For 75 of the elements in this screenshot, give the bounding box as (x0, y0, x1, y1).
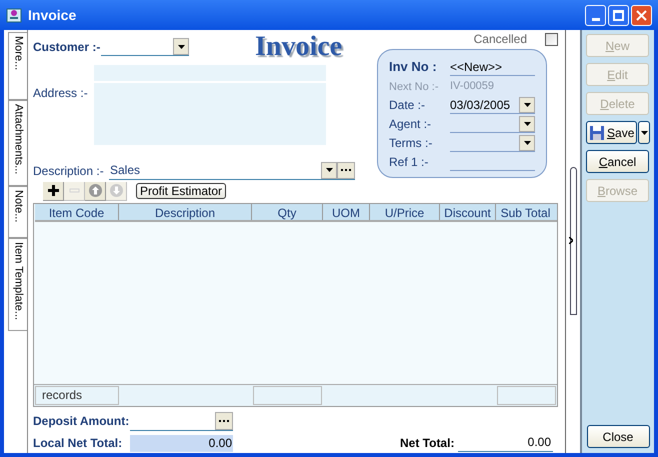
caret-icon (326, 168, 332, 172)
ref-1-label: Ref 1 :- (389, 154, 430, 172)
dropdown-button[interactable] (519, 134, 535, 151)
next-no-label: Next No :- (389, 80, 440, 95)
side-tab[interactable]: More... (8, 32, 27, 100)
ellipsis-icon (219, 420, 229, 422)
customer-label: Customer :- (33, 39, 101, 56)
heading: Invoice (255, 33, 342, 61)
records-label: records (35, 386, 119, 406)
local-net-total-label: Local Net Total: (33, 435, 124, 452)
field-value: 03/03/2005 (450, 96, 510, 114)
column-header[interactable]: Description (119, 204, 252, 220)
footer-cell (497, 386, 556, 406)
date-label: Date :- (389, 97, 426, 114)
side-tab[interactable]: Attachments... (8, 100, 27, 186)
profit-estimator-button[interactable]: Profit Estimator (136, 183, 226, 200)
footer-cell (253, 386, 322, 406)
close-icon (636, 10, 647, 20)
add-button[interactable] (43, 182, 64, 201)
description-field[interactable]: Sales (109, 162, 355, 180)
down-arrow-icon (110, 184, 122, 198)
action-button[interactable]: Cancel (586, 150, 649, 173)
column-header[interactable]: Qty (252, 204, 323, 220)
ellipsis-button[interactable] (215, 412, 233, 430)
ellipsis-icon (341, 169, 351, 172)
invoice-icon (6, 7, 22, 23)
column-header[interactable]: U/Price (370, 204, 440, 220)
close-button[interactable] (631, 4, 652, 26)
up-button[interactable] (85, 182, 106, 201)
dropdown-button[interactable] (173, 38, 189, 55)
caret-icon (178, 44, 184, 48)
next-no-value: IV-00059 (450, 78, 494, 94)
minimize-icon (592, 18, 600, 20)
maximize-button[interactable] (608, 4, 629, 26)
deposit-amount-field[interactable] (130, 412, 233, 431)
agent-label: Agent :- (389, 116, 432, 134)
customer-field[interactable] (101, 38, 189, 56)
address-label: Address :- (33, 85, 89, 102)
close-button[interactable]: Close (586, 425, 650, 448)
caret-icon (640, 130, 648, 134)
splitter-bar[interactable] (570, 167, 577, 315)
agent-field[interactable] (450, 115, 535, 134)
description-label: Description :- (33, 162, 105, 180)
save-button[interactable]: Save (586, 121, 637, 144)
net-total-field: 0.00 (458, 434, 553, 452)
cancelled-label: Cancelled (474, 31, 527, 48)
deposit-amount-label: Deposit Amount: (33, 413, 130, 430)
ellipsis-button[interactable] (337, 162, 355, 179)
column-header[interactable]: UOM (323, 204, 370, 220)
caret-icon (524, 122, 530, 126)
caret-icon (524, 102, 530, 107)
minimize-button[interactable] (585, 4, 606, 26)
field-value: Sales (109, 162, 140, 180)
maximize-icon (613, 10, 624, 20)
terms-label: Terms :- (389, 135, 434, 152)
terms-field[interactable] (450, 134, 535, 152)
net-total-label: Net Total: (400, 435, 456, 452)
column-header[interactable]: Sub Total (496, 204, 555, 220)
column-header[interactable]: Item Code (35, 204, 119, 220)
cancelled-checkbox[interactable] (545, 32, 558, 46)
date-field[interactable]: 03/03/2005 (450, 96, 535, 114)
plus-icon (46, 184, 60, 198)
side-tab[interactable]: Note... (8, 186, 27, 238)
up-arrow-icon (88, 184, 102, 198)
dropdown-button[interactable] (321, 162, 337, 179)
dropdown-button[interactable] (638, 121, 650, 144)
caret-icon (524, 140, 530, 145)
local-net-total-field: 0.00 (130, 434, 233, 452)
side-tab[interactable]: Item Template... (8, 238, 27, 331)
window-title: Invoice (28, 6, 76, 24)
inv-no-label: Inv No : (389, 58, 438, 76)
column-header[interactable]: Discount (440, 204, 496, 220)
field-value: <<New>> (450, 58, 502, 76)
dropdown-button[interactable] (519, 116, 535, 132)
dropdown-button[interactable] (519, 96, 535, 113)
